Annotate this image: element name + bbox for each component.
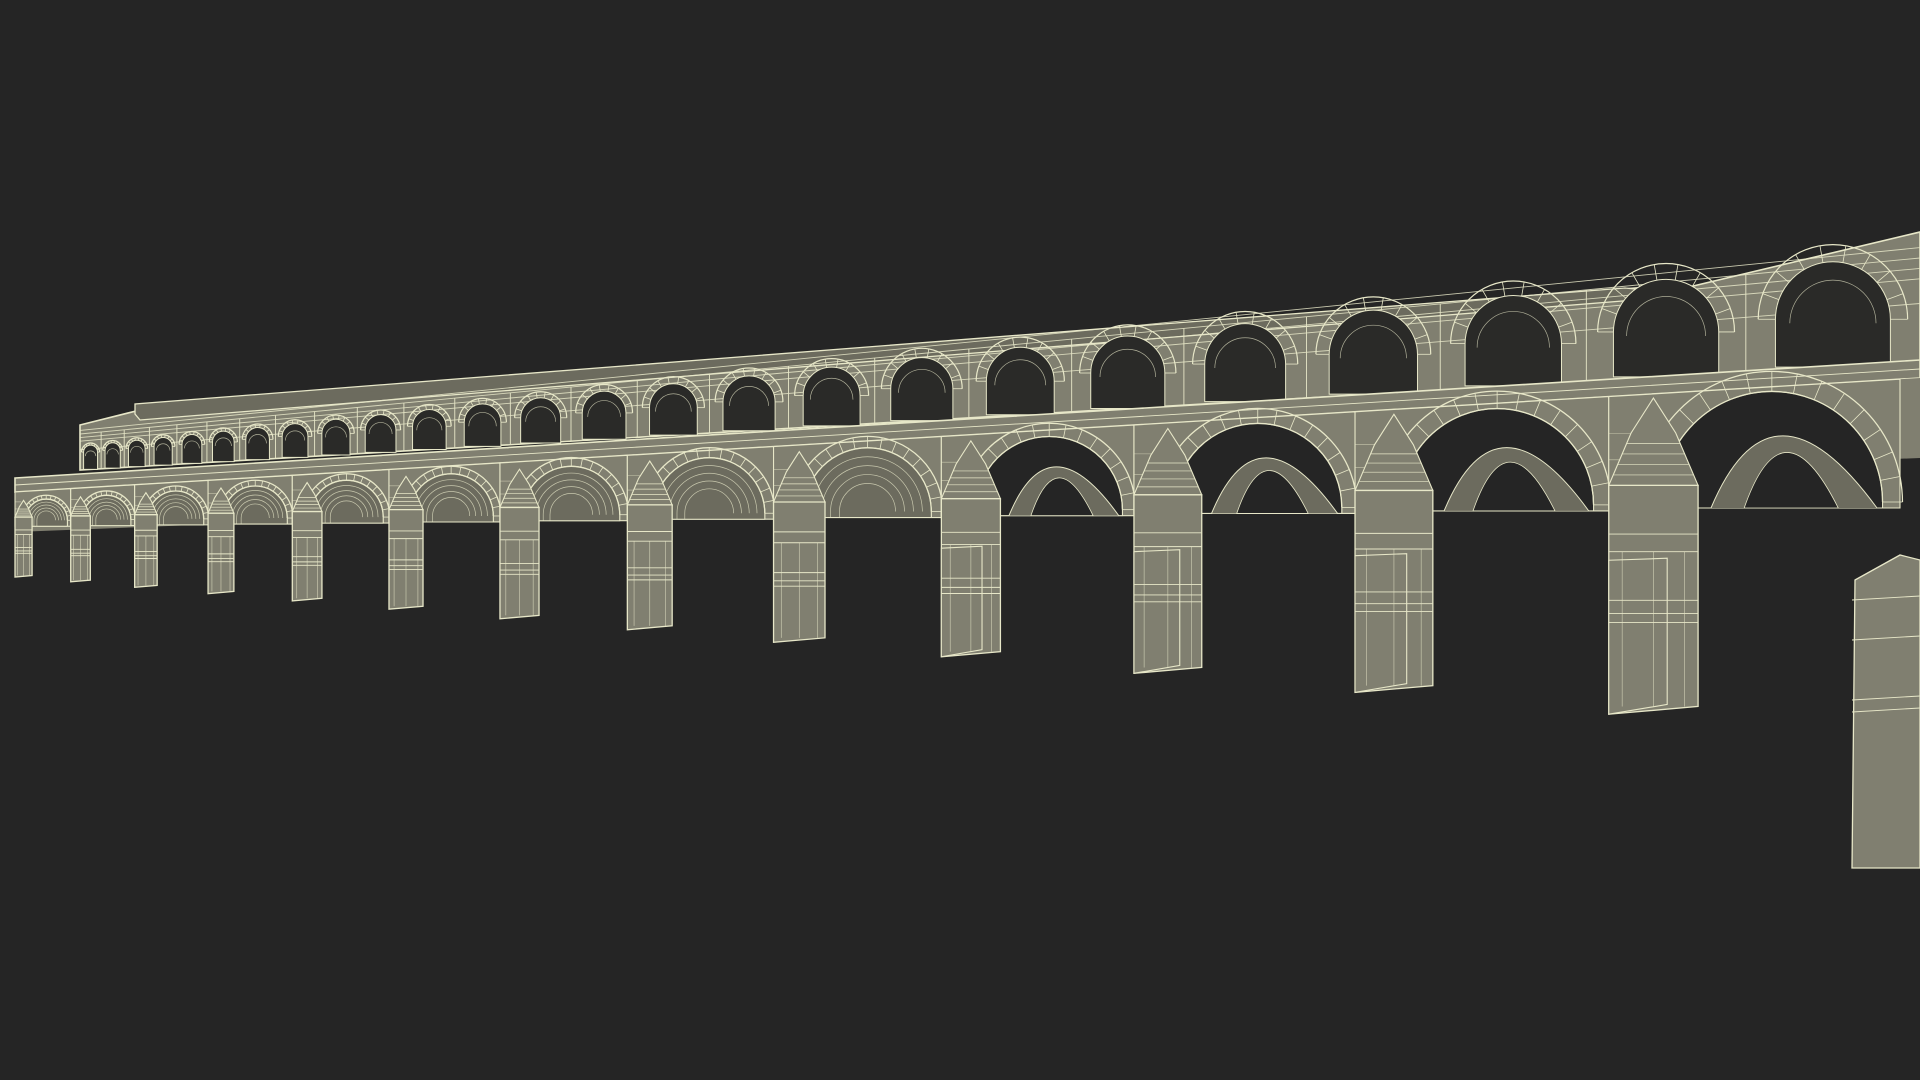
lower-pier xyxy=(69,495,92,583)
3d-viewport[interactable] xyxy=(0,0,1920,1080)
upper-arch-opening xyxy=(104,442,121,469)
upper-arch-opening xyxy=(1774,261,1891,368)
lower-pier-edge xyxy=(1851,554,1920,869)
upper-arch-opening xyxy=(463,403,502,447)
upper-arch-opening xyxy=(1464,294,1562,387)
aqueduct-wireframe-render xyxy=(14,231,1920,869)
upper-voussoir-line xyxy=(1653,264,1658,281)
lower-pier xyxy=(291,481,323,602)
upper-arch-opening xyxy=(321,418,351,456)
upper-arch-opening xyxy=(802,366,861,427)
upper-arch-opening xyxy=(722,375,776,432)
upper-voussoir-line xyxy=(224,428,227,432)
upper-arch-opening xyxy=(245,427,270,461)
upper-arch-opening xyxy=(412,408,447,450)
upper-arch-opening xyxy=(649,383,698,436)
lower-pier xyxy=(207,486,235,595)
pier-footing xyxy=(940,545,983,658)
upper-arch-opening xyxy=(1090,335,1166,409)
upper-voussoir-line xyxy=(1521,281,1525,297)
pier-footing xyxy=(1133,549,1181,674)
upper-voussoir-line xyxy=(193,431,195,435)
upper-arch-opening xyxy=(211,430,235,463)
upper-voussoir-line xyxy=(1674,264,1679,281)
upper-arch-opening xyxy=(890,357,954,422)
upper-arch-opening xyxy=(1328,309,1418,395)
upper-arch-opening xyxy=(83,444,99,470)
upper-arch-opening xyxy=(581,390,627,440)
upper-arch-opening xyxy=(364,414,397,453)
upper-arch-opening xyxy=(1612,278,1720,378)
upper-arch-opening xyxy=(985,346,1055,416)
upper-arch-opening xyxy=(1204,323,1287,403)
upper-voussoir-line xyxy=(189,431,191,435)
lower-pier xyxy=(14,499,33,578)
pier-footing xyxy=(1354,553,1408,694)
upper-arch-opening xyxy=(281,423,309,458)
upper-arch-opening xyxy=(181,434,203,464)
upper-voussoir-line xyxy=(220,428,222,432)
upper-arch-opening xyxy=(127,439,146,468)
upper-voussoir-line xyxy=(1631,272,1641,287)
lower-pier xyxy=(388,475,424,610)
lower-pier xyxy=(133,491,158,589)
upper-arch-opening xyxy=(520,397,562,444)
upper-arch-opening xyxy=(153,436,173,466)
pier-footing xyxy=(1608,557,1668,715)
